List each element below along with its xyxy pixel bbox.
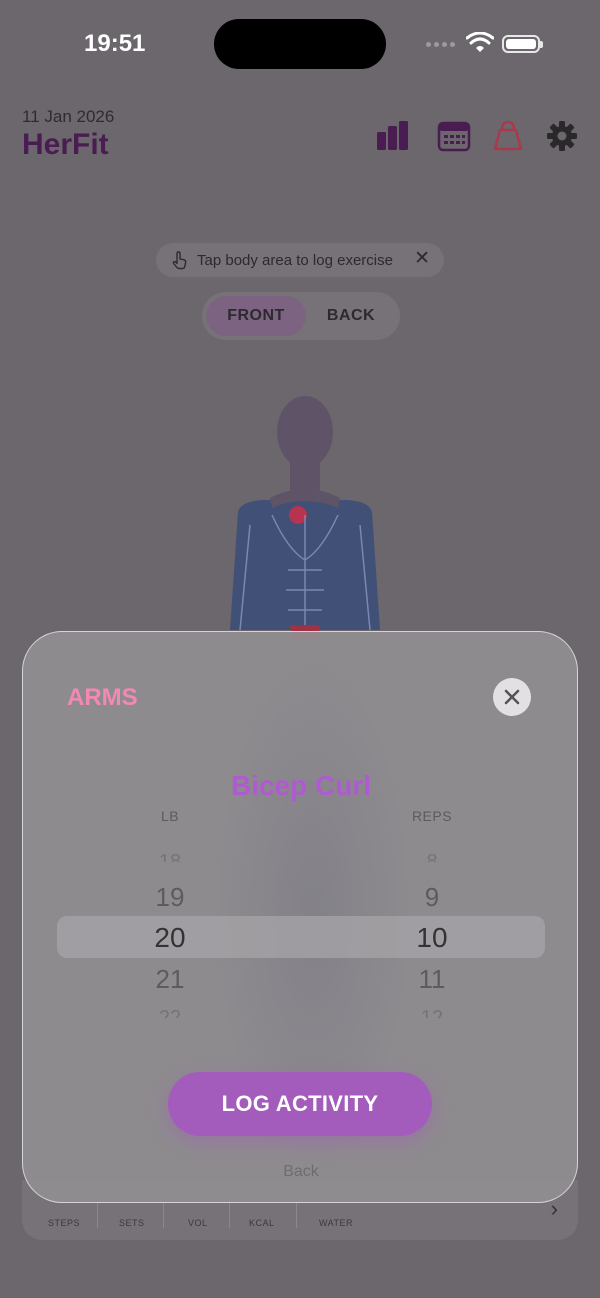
gear-icon[interactable] <box>545 120 579 152</box>
log-activity-button[interactable]: LOG ACTIVITY <box>168 1072 432 1136</box>
current-date: 11 Jan 2026 <box>22 107 115 126</box>
weight-unit-label: LB <box>160 808 180 824</box>
app-title: HerFit <box>22 128 109 161</box>
stat-label-steps: STEPS <box>48 1218 81 1228</box>
status-time: 19:51 <box>84 30 146 57</box>
kettlebell-icon[interactable] <box>491 120 525 152</box>
signal-icon <box>426 42 455 47</box>
wifi-icon <box>465 31 495 54</box>
view-toggle: FRONT BACK <box>202 292 400 340</box>
back-link[interactable]: Back <box>23 1163 577 1181</box>
hint-close-icon[interactable]: ✕ <box>414 249 430 269</box>
weight-picker[interactable]: 18 19 20 21 22 <box>110 846 230 1018</box>
stat-label-water: WATER <box>319 1218 353 1228</box>
picker-option[interactable]: 18 <box>110 848 230 862</box>
stat-label-sets: SETS <box>119 1218 145 1228</box>
picker-option[interactable]: 12 <box>372 1004 492 1018</box>
status-bar: 19:51 <box>0 0 600 90</box>
picker-selected-value[interactable]: 10 <box>372 922 492 954</box>
picker-option[interactable]: 19 <box>110 882 230 913</box>
tab-back[interactable]: BACK <box>306 296 396 336</box>
reps-label: REPS <box>411 808 453 824</box>
hand-tap-icon <box>172 251 187 270</box>
picker-option[interactable]: 11 <box>372 964 492 995</box>
close-button[interactable] <box>493 678 531 716</box>
bar-chart-icon[interactable] <box>376 120 410 152</box>
log-exercise-modal: ARMS Bicep Curl LB REPS 18 19 20 21 22 8… <box>22 631 578 1203</box>
stat-label-kcal: KCAL <box>249 1218 275 1228</box>
body-map-figure[interactable] <box>210 390 400 640</box>
exercise-name: Bicep Curl <box>230 770 372 801</box>
battery-icon <box>502 35 543 53</box>
stat-label-vol: VOL <box>188 1218 208 1228</box>
picker-option[interactable]: 21 <box>110 964 230 995</box>
picker-option[interactable]: 22 <box>110 1004 230 1018</box>
picker-selected-value[interactable]: 20 <box>110 922 230 954</box>
reps-picker[interactable]: 8 9 10 11 12 <box>372 846 492 1018</box>
dynamic-island <box>214 19 386 69</box>
tab-front[interactable]: FRONT <box>206 296 306 336</box>
picker-option[interactable]: 8 <box>372 848 492 862</box>
hint-banner: Tap body area to log exercise ✕ <box>156 243 444 277</box>
hint-text: Tap body area to log exercise <box>197 251 393 269</box>
body-section-title: ARMS <box>67 684 138 711</box>
picker-option[interactable]: 9 <box>372 882 492 913</box>
calendar-icon[interactable] <box>437 120 471 152</box>
close-icon <box>504 689 520 705</box>
